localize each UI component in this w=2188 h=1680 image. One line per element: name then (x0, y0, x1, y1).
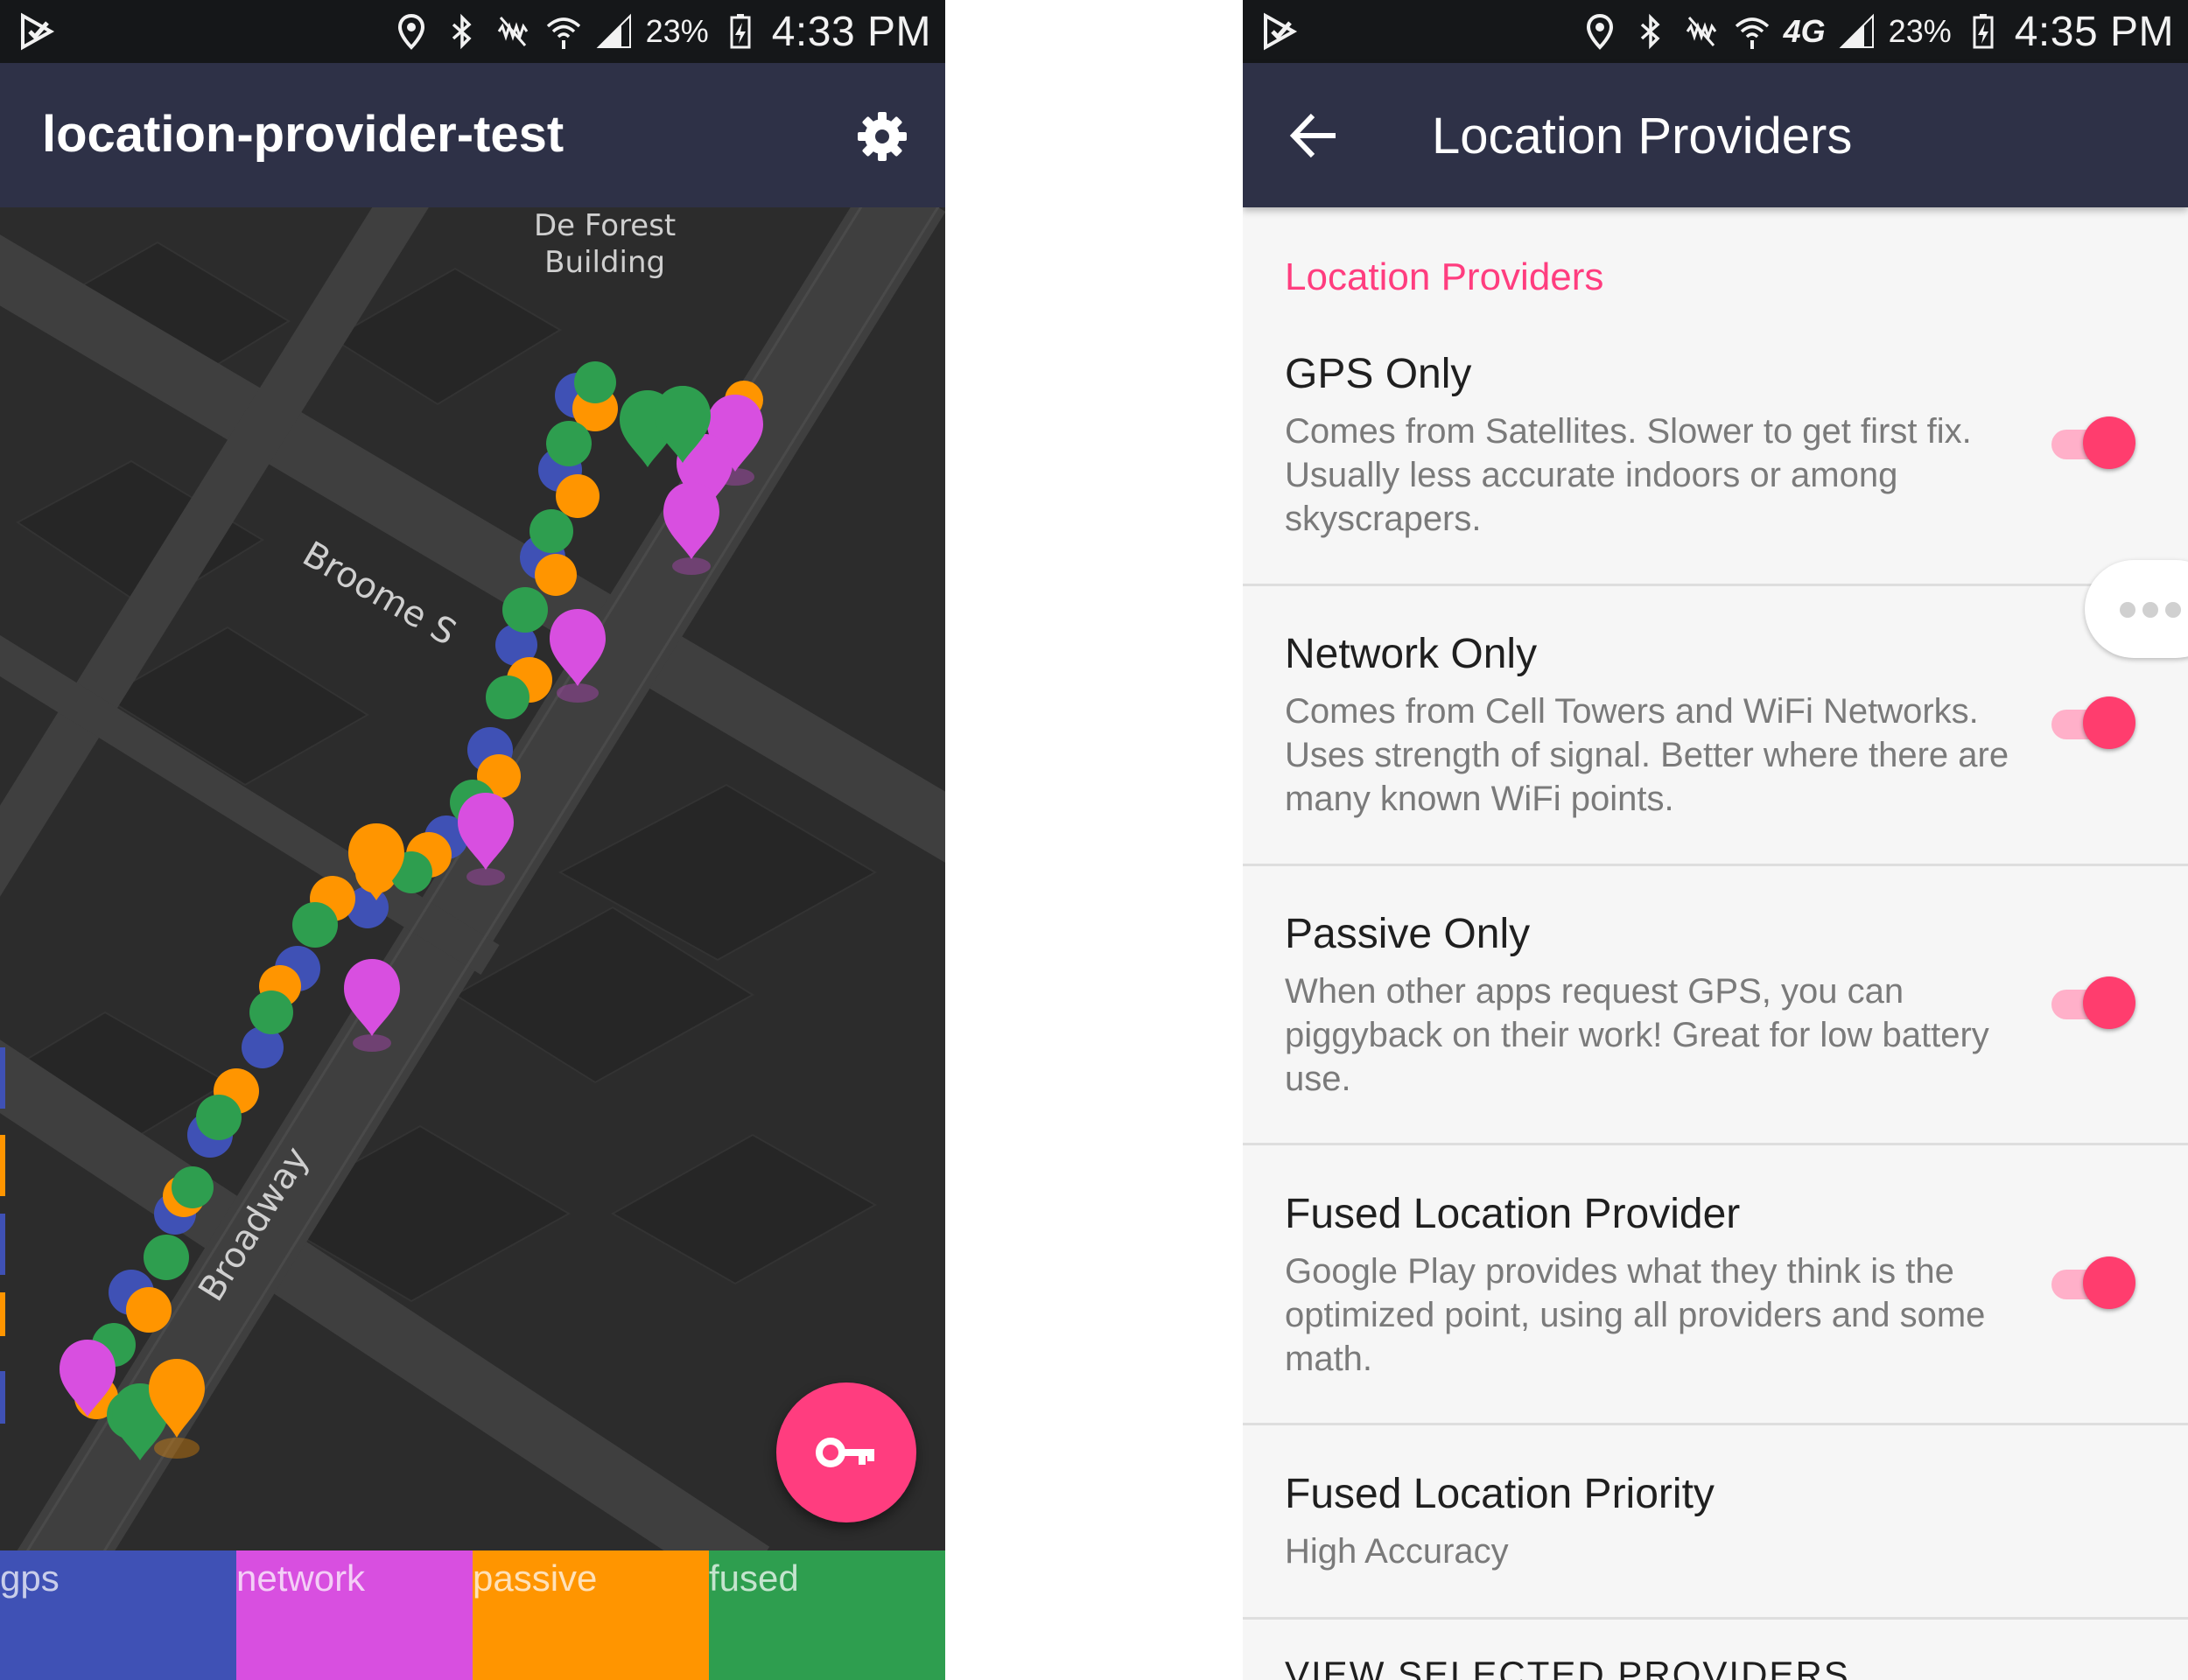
pref-title: Fused Location Provider (1285, 1191, 1741, 1237)
pref-summary: Google Play provides what they think is … (1285, 1252, 1986, 1378)
status-bar: 23% 4:33 PM (0, 0, 945, 63)
mute-icon (1686, 17, 1716, 46)
battery-percent: 23% (1888, 13, 1952, 49)
legend-network-label: network (236, 1558, 366, 1599)
divider (1243, 1423, 2188, 1425)
wifi-icon (1735, 18, 1769, 49)
key-fab-button[interactable] (776, 1382, 916, 1522)
settings-gear-icon[interactable] (854, 108, 910, 164)
battery-charging-icon (1973, 14, 1994, 49)
pref-summary: High Accuracy (1285, 1532, 1509, 1571)
bluetooth-icon (452, 13, 472, 50)
battery-charging-icon (730, 14, 751, 49)
pref-fused-location-provider[interactable]: Fused Location Provider Google Play prov… (1243, 1190, 2188, 1424)
wifi-icon (546, 18, 580, 49)
view-selected-providers-button[interactable]: VIEW SELECTED PROVIDERS (1285, 1654, 1850, 1680)
app-bar: location-provider-test (0, 63, 945, 207)
pref-title: GPS Only (1285, 351, 1472, 397)
network-only-switch[interactable] (2048, 691, 2135, 752)
passive-only-switch[interactable] (2048, 971, 2135, 1032)
map-screen: 23% 4:33 PM location-provider-test De Fo… (0, 0, 945, 1680)
pref-network-only[interactable]: Network Only Comes from Cell Towers and … (1243, 630, 2188, 864)
map-canvas (0, 207, 945, 1550)
legend-fused-label: fused (709, 1558, 799, 1599)
pref-title: Passive Only (1285, 911, 1531, 957)
status-bar: 4G 23% 4:35 PM (1243, 0, 2188, 63)
mute-icon (497, 17, 528, 46)
legend-gps-label: gps (0, 1558, 60, 1599)
pref-fused-location-priority[interactable]: Fused Location Priority High Accuracy (1243, 1470, 2188, 1610)
status-time: 4:35 PM (2014, 8, 2174, 55)
legend-fused: fused (709, 1550, 945, 1680)
gps-only-switch[interactable] (2048, 411, 2135, 472)
back-arrow-icon[interactable] (1287, 108, 1341, 163)
building-label-line1: De Forest (534, 208, 677, 243)
pref-summary: When other apps request GPS, you can pig… (1285, 972, 1989, 1098)
legend-passive-label: passive (473, 1558, 598, 1599)
status-time: 4:33 PM (771, 8, 931, 55)
legend-network: network (236, 1550, 473, 1680)
signal-icon (596, 13, 631, 48)
location-icon (1586, 13, 1613, 50)
app-bar: Location Providers (1243, 63, 2188, 207)
bluetooth-icon (1640, 13, 1660, 50)
divider (1243, 584, 2188, 586)
fused-provider-switch[interactable] (2048, 1251, 2135, 1312)
pref-summary: Comes from Satellites. Slower to get fir… (1285, 412, 1972, 538)
pref-passive-only[interactable]: Passive Only When other apps request GPS… (1243, 910, 2188, 1144)
overflow-menu-bubble[interactable] (2085, 560, 2188, 658)
divider (1243, 1617, 2188, 1620)
key-icon (816, 1438, 874, 1467)
pref-title: Fused Location Priority (1285, 1471, 1715, 1517)
notification-check-icon (1264, 12, 1298, 51)
signal-icon (1839, 13, 1874, 48)
pref-title: Network Only (1285, 631, 1538, 677)
notification-check-icon (21, 12, 55, 51)
network-type: 4G (1783, 13, 1826, 49)
battery-percent: 23% (645, 13, 709, 49)
divider (1243, 864, 2188, 866)
page-title: Location Providers (1432, 108, 1853, 164)
map-view[interactable]: De Forest Building Broome S Broadway (0, 207, 945, 1550)
settings-screen: 4G 23% 4:35 PM Location Providers Locati… (1243, 0, 2188, 1680)
divider (1243, 1143, 2188, 1145)
building-label-line2: Building (544, 245, 666, 280)
location-icon (397, 13, 424, 50)
section-header: Location Providers (1285, 256, 1604, 298)
provider-legend: gps network passive fused (0, 1550, 945, 1680)
map-label-building: De Forest Building (534, 207, 676, 281)
pref-summary: Comes from Cell Towers and WiFi Networks… (1285, 692, 2009, 818)
legend-gps: gps (0, 1550, 236, 1680)
legend-passive: passive (473, 1550, 709, 1680)
pref-gps-only[interactable]: GPS Only Comes from Satellites. Slower t… (1243, 350, 2188, 584)
app-title: location-provider-test (42, 106, 565, 163)
